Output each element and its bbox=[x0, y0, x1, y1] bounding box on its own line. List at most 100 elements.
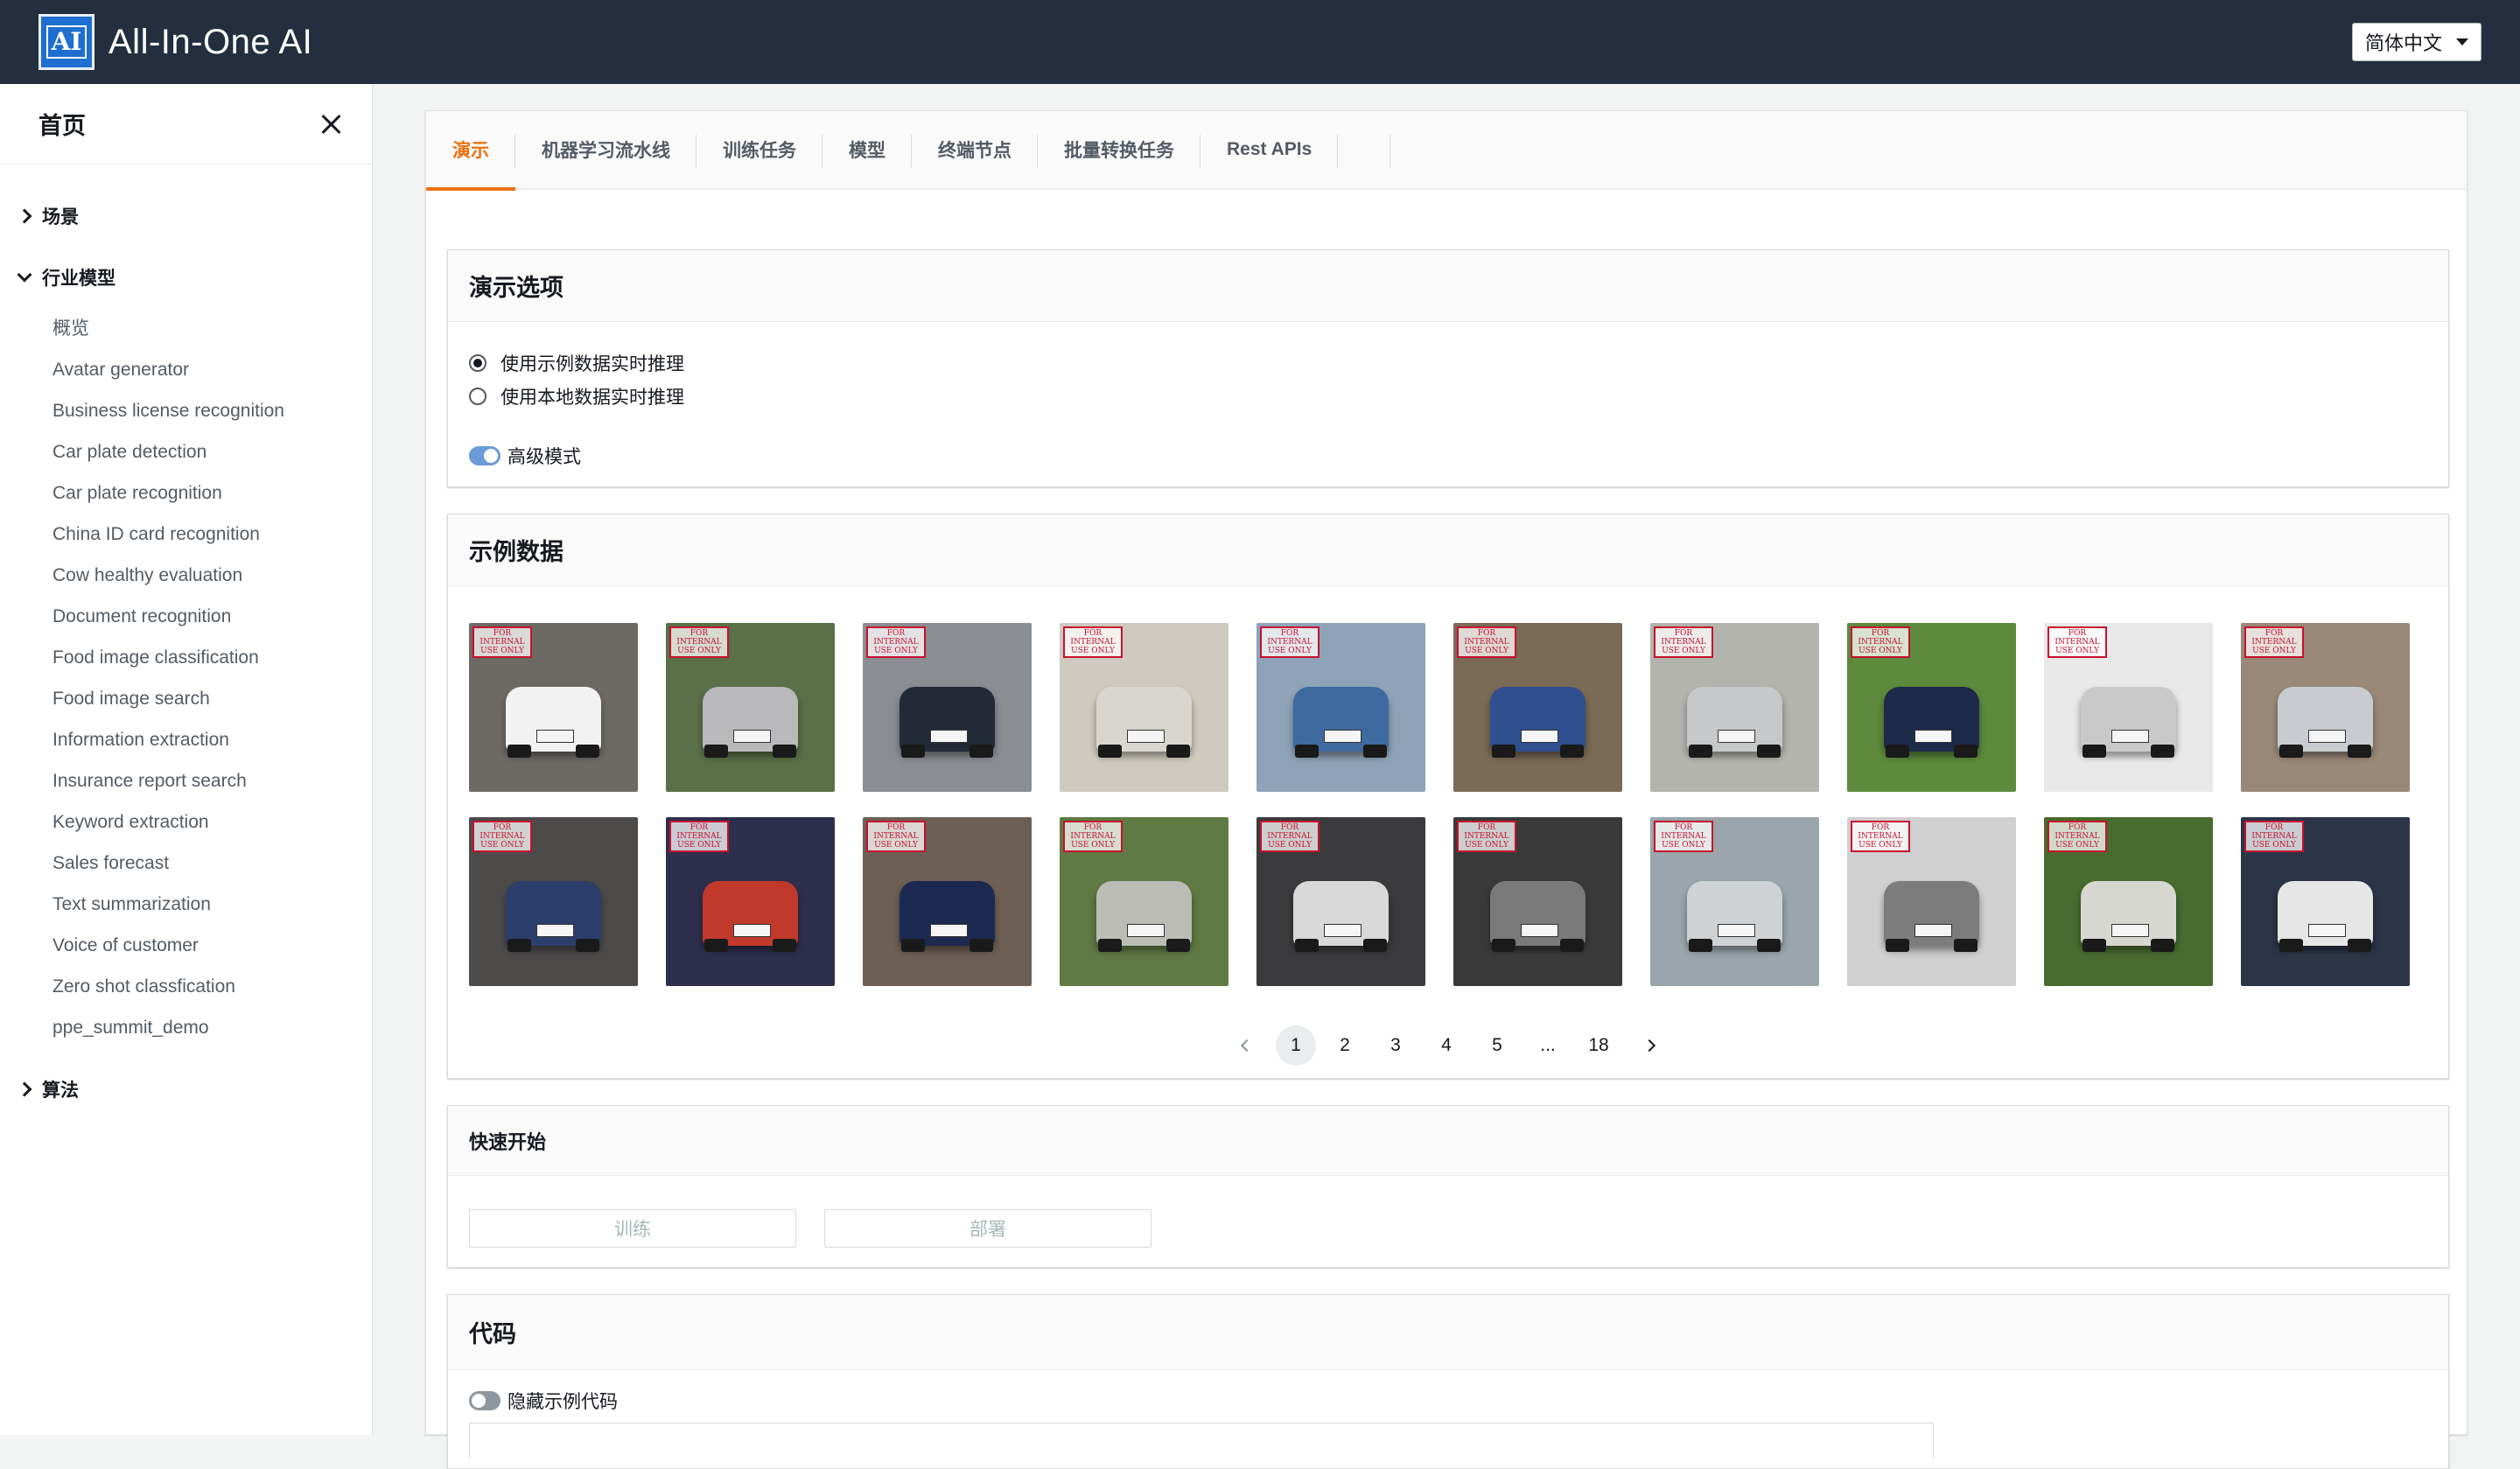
sidebar-item[interactable]: Sales forecast bbox=[52, 843, 284, 884]
sample-image-thumbnail[interactable]: FOR INTERNAL USE ONLY bbox=[469, 817, 638, 986]
sidebar-item[interactable]: Insurance report search bbox=[52, 760, 284, 801]
sample-image-thumbnail[interactable]: FOR INTERNAL USE ONLY bbox=[1060, 623, 1228, 792]
sample-image-thumbnail[interactable]: FOR INTERNAL USE ONLY bbox=[666, 623, 835, 792]
radio-local-data[interactable]: 使用本地数据实时推理 bbox=[469, 383, 684, 409]
code-panel: 代码 隐藏示例代码 bbox=[447, 1294, 2449, 1469]
pagination-page[interactable]: 4 bbox=[1424, 1025, 1468, 1066]
license-plate bbox=[733, 923, 771, 938]
tab-2[interactable]: 训练任务 bbox=[696, 110, 822, 189]
sidebar-item[interactable]: Zero shot classfication bbox=[52, 966, 284, 1007]
app-logo-icon[interactable]: AI bbox=[38, 14, 94, 70]
sample-image-thumbnail[interactable]: FOR INTERNAL USE ONLY bbox=[2044, 623, 2213, 792]
sample-image-thumbnail[interactable]: FOR INTERNAL USE ONLY bbox=[863, 817, 1032, 986]
internal-use-stamp: FOR INTERNAL USE ONLY bbox=[1851, 626, 1910, 658]
sidebar-item[interactable]: Avatar generator bbox=[52, 349, 284, 390]
sidebar: 首页 场景 行业模型 概览 Avatar generator Business li… bbox=[0, 84, 373, 1435]
license-plate bbox=[930, 729, 968, 744]
tab-5[interactable]: 批量转换任务 bbox=[1038, 110, 1200, 189]
sidebar-item[interactable]: Keyword extraction bbox=[52, 801, 284, 843]
sidebar-item[interactable]: Car plate detection bbox=[52, 431, 284, 472]
hide-sample-code-toggle-row[interactable]: 隐藏示例代码 bbox=[469, 1388, 618, 1414]
sidebar-item[interactable]: ppe_summit_demo bbox=[52, 1007, 284, 1048]
pagination-page[interactable]: 3 bbox=[1374, 1025, 1418, 1066]
sample-image-thumbnail[interactable]: FOR INTERNAL USE ONLY bbox=[2044, 817, 2213, 986]
tab-1[interactable]: 机器学习流水线 bbox=[515, 110, 696, 189]
tab-bar: 演示 机器学习流水线 训练任务 模型 终端节点 批量转换任务 Rest APIs bbox=[426, 110, 2467, 191]
sidebar-item[interactable]: Voice of customer bbox=[52, 925, 284, 966]
radio-sample-data[interactable]: 使用示例数据实时推理 bbox=[469, 350, 684, 376]
internal-use-stamp: FOR INTERNAL USE ONLY bbox=[866, 821, 926, 852]
license-plate bbox=[733, 729, 771, 744]
sidebar-item[interactable]: Information extraction bbox=[52, 719, 284, 760]
train-button[interactable]: 训练 bbox=[469, 1209, 796, 1248]
license-plate bbox=[1914, 729, 1952, 744]
sample-image-thumbnail[interactable]: FOR INTERNAL USE ONLY bbox=[1256, 817, 1425, 986]
internal-use-stamp: FOR INTERNAL USE ONLY bbox=[1260, 626, 1320, 658]
deploy-button[interactable]: 部署 bbox=[824, 1209, 1152, 1248]
pagination-prev[interactable] bbox=[1225, 1025, 1269, 1066]
sidebar-item[interactable]: Business license recognition bbox=[52, 390, 284, 431]
sample-image-thumbnail[interactable]: FOR INTERNAL USE ONLY bbox=[863, 623, 1032, 792]
sample-image-thumbnail[interactable]: FOR INTERNAL USE ONLY bbox=[1256, 623, 1425, 792]
code-editor[interactable] bbox=[469, 1423, 1934, 1458]
radio-selected-icon[interactable] bbox=[469, 354, 486, 372]
sidebar-item[interactable]: Document recognition bbox=[52, 596, 284, 637]
pagination-pages: 1 2 3 4 5... 18 bbox=[1272, 1025, 1624, 1066]
sample-image-thumbnail[interactable]: FOR INTERNAL USE ONLY bbox=[1847, 623, 2016, 792]
sidebar-item[interactable]: 概览 bbox=[52, 308, 284, 349]
toggle-switch-off[interactable] bbox=[469, 1391, 500, 1410]
internal-use-stamp: FOR INTERNAL USE ONLY bbox=[472, 821, 532, 852]
sidebar-item[interactable]: Food image classification bbox=[52, 637, 284, 678]
sidebar-title[interactable]: 首页 bbox=[38, 107, 86, 141]
tab-label: 训练任务 bbox=[723, 141, 796, 161]
sidebar-item[interactable]: China ID card recognition bbox=[52, 514, 284, 555]
sample-image-thumbnail[interactable]: FOR INTERNAL USE ONLY bbox=[1060, 817, 1228, 986]
sidebar-item[interactable]: Cow healthy evaluation bbox=[52, 555, 284, 596]
language-select[interactable]: 简体中文 bbox=[2352, 23, 2482, 61]
quick-start-title: 快速开始 bbox=[448, 1106, 2448, 1176]
sample-image-thumbnail[interactable]: FOR INTERNAL USE ONLY bbox=[1650, 817, 1819, 986]
toggle-label: 隐藏示例代码 bbox=[508, 1392, 618, 1412]
sample-image-thumbnail[interactable]: FOR INTERNAL USE ONLY bbox=[666, 817, 835, 986]
sample-image-thumbnail[interactable]: FOR INTERNAL USE ONLY bbox=[469, 623, 638, 792]
pagination-page[interactable]: 2 bbox=[1323, 1025, 1367, 1066]
advanced-mode-toggle-row[interactable]: 高级模式 bbox=[469, 443, 581, 469]
sidebar-section-scenes[interactable]: 场景 bbox=[17, 203, 79, 229]
radio-unselected-icon[interactable] bbox=[469, 388, 486, 405]
tab-4[interactable]: 终端节点 bbox=[912, 110, 1038, 189]
close-icon[interactable] bbox=[319, 112, 344, 136]
sample-image-thumbnail[interactable]: FOR INTERNAL USE ONLY bbox=[2241, 817, 2410, 986]
tab-3[interactable]: 模型 bbox=[822, 110, 912, 189]
pagination-page[interactable]: 5 bbox=[1475, 1025, 1519, 1066]
pagination-page[interactable]: 1 bbox=[1276, 1025, 1316, 1066]
sidebar-section-industry-models[interactable]: 行业模型 bbox=[17, 264, 116, 290]
sidebar-item[interactable]: Food image search bbox=[52, 678, 284, 719]
sample-image-thumbnail[interactable]: FOR INTERNAL USE ONLY bbox=[1650, 623, 1819, 792]
pagination: 1 2 3 4 5... 18 bbox=[448, 1025, 2448, 1066]
sidebar-item[interactable]: Car plate recognition bbox=[52, 472, 284, 514]
license-plate bbox=[2308, 729, 2346, 744]
internal-use-stamp: FOR INTERNAL USE ONLY bbox=[866, 626, 926, 658]
sidebar-item[interactable]: Text summarization bbox=[52, 884, 284, 925]
sidebar-item-list: 概览 Avatar generator Business license recog… bbox=[52, 308, 284, 1048]
internal-use-stamp: FOR INTERNAL USE ONLY bbox=[1260, 821, 1320, 852]
license-plate bbox=[1324, 923, 1362, 938]
thumbnail-grid: FOR INTERNAL USE ONLY FOR INTERNAL USE ON… bbox=[469, 623, 2410, 986]
sample-image-thumbnail[interactable]: FOR INTERNAL USE ONLY bbox=[2241, 623, 2410, 792]
toggle-switch-on[interactable] bbox=[469, 446, 500, 465]
tab-label: 机器学习流水线 bbox=[542, 141, 670, 161]
tab-6[interactable]: Rest APIs bbox=[1200, 110, 1339, 189]
internal-use-stamp: FOR INTERNAL USE ONLY bbox=[1063, 821, 1123, 852]
tab-0[interactable]: 演示 bbox=[426, 110, 515, 191]
internal-use-stamp: FOR INTERNAL USE ONLY bbox=[1457, 821, 1516, 852]
app-title[interactable]: All-In-One AI bbox=[108, 23, 312, 62]
sample-image-thumbnail[interactable]: FOR INTERNAL USE ONLY bbox=[1453, 623, 1622, 792]
sample-data-panel: 示例数据 FOR INTERNAL USE ONLY FOR INTERNAL U… bbox=[447, 514, 2449, 1079]
top-navigation-bar: AI All-In-One AI 简体中文 bbox=[0, 0, 2520, 84]
sidebar-section-label: 场景 bbox=[42, 207, 79, 227]
pagination-next[interactable] bbox=[1628, 1025, 1671, 1066]
sample-image-thumbnail[interactable]: FOR INTERNAL USE ONLY bbox=[1847, 817, 2016, 986]
sidebar-section-algorithms[interactable]: 算法 bbox=[17, 1076, 79, 1102]
sample-image-thumbnail[interactable]: FOR INTERNAL USE ONLY bbox=[1453, 817, 1622, 986]
pagination-page[interactable]: 18 bbox=[1577, 1025, 1620, 1066]
